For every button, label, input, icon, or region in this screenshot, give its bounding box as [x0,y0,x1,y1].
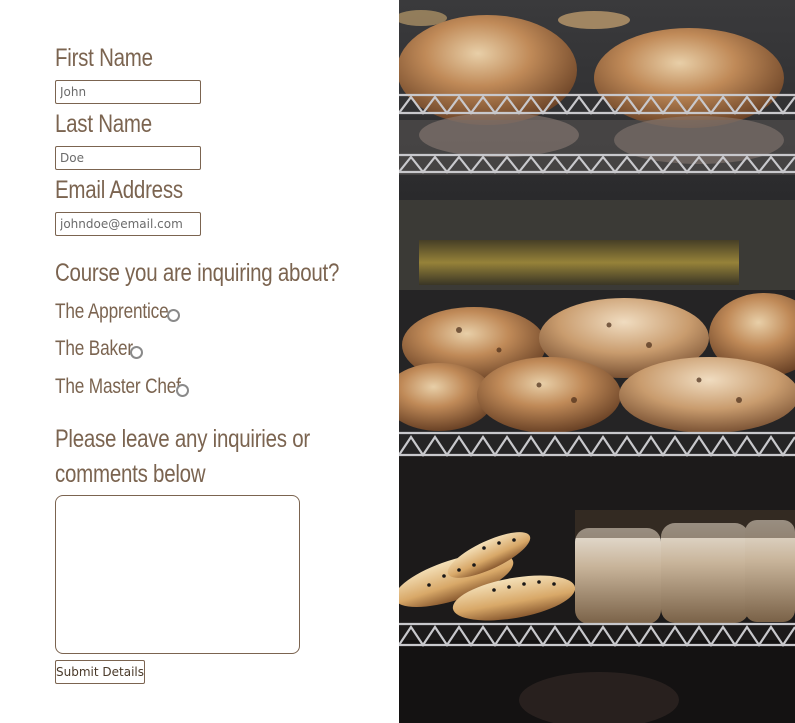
comments-heading-line1: Please leave any inquiries or [55,425,310,453]
course-label-baker: The Baker [55,337,133,360]
first-name-field[interactable] [55,80,201,104]
submit-button[interactable]: Submit Details [55,660,145,684]
email-field[interactable] [55,212,201,236]
bakery-photo [399,0,795,723]
radio-master-chef[interactable] [176,384,189,397]
radio-apprentice[interactable] [167,309,180,322]
last-name-field[interactable] [55,146,201,170]
course-label-apprentice: The Apprentice [55,300,169,323]
first-name-label: First Name [55,44,153,72]
course-label-master-chef: The Master Chef [55,375,181,398]
email-label: Email Address [55,176,183,204]
course-heading: Course you are inquiring about? [55,259,340,287]
bakery-photo-image [399,0,795,723]
comments-textarea[interactable] [55,495,300,654]
comments-heading-line2: comments below [55,460,206,488]
last-name-label: Last Name [55,110,152,138]
inquiry-form: First Name Last Name Email Address Cours… [0,0,399,723]
radio-baker[interactable] [130,346,143,359]
comments-heading: Please leave any inquiries or comments b… [55,422,310,492]
